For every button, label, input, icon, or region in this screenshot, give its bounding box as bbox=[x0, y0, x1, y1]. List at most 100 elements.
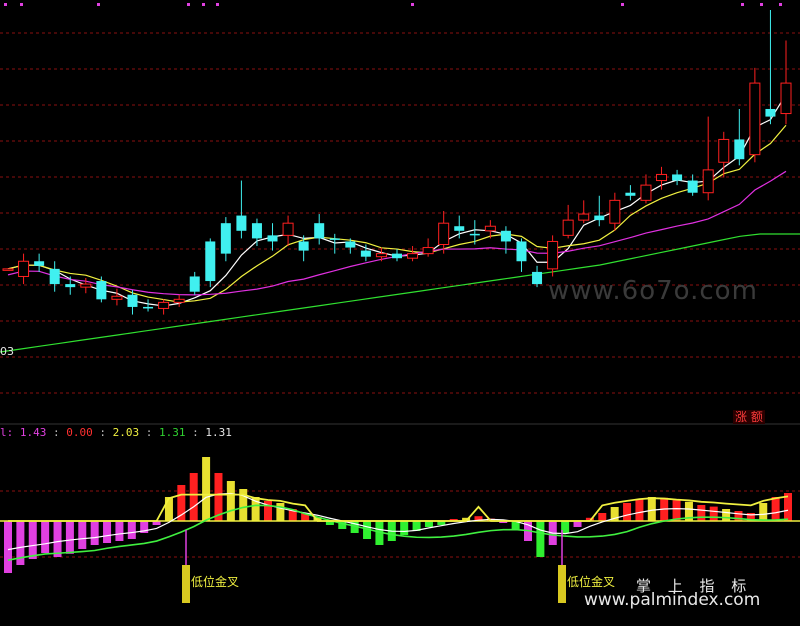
candle-body-23 bbox=[360, 250, 371, 257]
candle-body-14 bbox=[220, 223, 231, 254]
candle-body-1 bbox=[18, 260, 30, 277]
candle-body-29 bbox=[454, 226, 465, 231]
histogram-bar-2 bbox=[28, 521, 37, 559]
candle-body-44 bbox=[687, 180, 698, 193]
watermark-site: www.6o7o.com bbox=[548, 276, 758, 306]
candle-body-46 bbox=[718, 138, 730, 163]
readout-v4: 1.31 bbox=[159, 426, 186, 439]
histogram-bar-52 bbox=[647, 497, 656, 521]
candle-body-40 bbox=[625, 192, 636, 196]
candle-body-15 bbox=[236, 215, 247, 231]
histogram-bar-22 bbox=[276, 503, 285, 521]
candle-body-26 bbox=[407, 253, 419, 259]
watermark-bottom: www.palmindex.com bbox=[584, 590, 761, 610]
candle-body-20 bbox=[314, 223, 325, 239]
candle-body-49 bbox=[765, 108, 776, 117]
candle-body-4 bbox=[65, 284, 76, 288]
candle-body-3 bbox=[49, 268, 60, 285]
candle-body-12 bbox=[189, 276, 200, 292]
histogram-bar-50 bbox=[623, 503, 632, 521]
histogram-bar-15 bbox=[189, 473, 198, 521]
candle-body-50 bbox=[780, 82, 792, 115]
candle-body-30 bbox=[469, 233, 480, 236]
candle-body-7 bbox=[111, 295, 123, 300]
candle-body-42 bbox=[656, 173, 668, 182]
histogram-bar-5 bbox=[65, 521, 74, 554]
mk-2-label: 低位金叉 bbox=[567, 574, 615, 589]
histogram-bar-16 bbox=[202, 457, 211, 521]
histogram-bar-4 bbox=[53, 521, 62, 557]
histogram-bar-57 bbox=[709, 506, 718, 521]
candle-body-48 bbox=[749, 82, 761, 156]
candle-body-24 bbox=[375, 253, 387, 258]
top-marker-4 bbox=[202, 3, 205, 6]
top-marker-0 bbox=[4, 3, 7, 6]
histogram-bar-6 bbox=[78, 521, 87, 549]
top-marker-7 bbox=[621, 3, 624, 6]
top-marker-5 bbox=[216, 3, 219, 6]
candle-body-43 bbox=[672, 174, 683, 181]
top-marker-9 bbox=[760, 3, 763, 6]
candlesticks bbox=[2, 10, 792, 315]
candle-body-41 bbox=[640, 184, 652, 201]
histogram-bar-9 bbox=[115, 521, 124, 541]
mk-2-bar bbox=[558, 565, 566, 603]
candle-body-33 bbox=[516, 241, 527, 262]
top-marker-3 bbox=[187, 3, 190, 6]
candle-body-8 bbox=[127, 294, 138, 307]
signal-line bbox=[8, 493, 789, 522]
candle-body-9 bbox=[143, 306, 154, 309]
candle-body-39 bbox=[609, 199, 621, 224]
candle-body-36 bbox=[562, 219, 574, 236]
candle-body-28 bbox=[438, 222, 450, 246]
top-marker-8 bbox=[741, 3, 744, 6]
moving-averages bbox=[0, 93, 800, 353]
indicator-lines bbox=[7, 492, 789, 561]
candle-body-27 bbox=[422, 247, 434, 255]
candle-body-17 bbox=[267, 235, 278, 242]
macd-histogram bbox=[0, 457, 800, 573]
histogram-bar-18 bbox=[226, 481, 235, 521]
histogram-bar-7 bbox=[90, 521, 99, 545]
ma-line-white bbox=[7, 93, 787, 307]
candle-body-18 bbox=[282, 222, 294, 236]
stock-chart: 低位金叉 低位金叉 bbox=[0, 3, 800, 603]
readout-v1: 1.43 bbox=[19, 426, 47, 439]
candle-body-16 bbox=[251, 223, 262, 239]
readout-v2: 0.00 bbox=[66, 426, 93, 439]
candle-body-2 bbox=[34, 261, 45, 266]
top-marker-10 bbox=[779, 3, 782, 6]
histogram-bar-10 bbox=[127, 521, 136, 539]
candle-body-35 bbox=[547, 240, 559, 270]
histogram-bar-58 bbox=[722, 509, 731, 521]
histogram-bar-51 bbox=[635, 499, 644, 521]
readout-v5: 1.31 bbox=[205, 426, 232, 439]
histogram-bar-62 bbox=[771, 497, 780, 521]
candle-body-45 bbox=[702, 169, 714, 194]
candle-body-10 bbox=[158, 301, 170, 309]
histogram-bar-54 bbox=[672, 500, 681, 521]
histogram-bar-43 bbox=[536, 521, 545, 557]
histogram-bar-3 bbox=[41, 521, 50, 553]
candle-body-32 bbox=[500, 230, 511, 242]
candle-body-31 bbox=[484, 225, 496, 232]
histogram-bar-61 bbox=[759, 503, 768, 521]
candle-body-38 bbox=[594, 215, 605, 221]
histogram-bar-0 bbox=[4, 521, 12, 573]
histogram-bar-48 bbox=[598, 513, 607, 521]
readout-prefix: l: bbox=[0, 426, 14, 439]
candle-body-47 bbox=[734, 139, 745, 160]
top-marker-6 bbox=[411, 3, 414, 6]
indicator-readout: l: 1.43 : 0.00 : 2.03 : 1.31 : 1.31 bbox=[0, 426, 232, 439]
price-axis-label: 03 bbox=[0, 345, 14, 358]
histogram-bar-56 bbox=[697, 505, 706, 521]
limit-up-badge: 涨 额 bbox=[733, 410, 765, 424]
candle-body-13 bbox=[205, 241, 216, 282]
mk-1-label: 低位金叉 bbox=[191, 574, 239, 589]
mk-1-bar bbox=[182, 565, 190, 603]
candle-body-6 bbox=[96, 281, 107, 300]
candle-body-34 bbox=[532, 271, 543, 285]
candle-body-5 bbox=[80, 283, 92, 288]
top-marker-1 bbox=[20, 3, 23, 6]
histogram-bar-32 bbox=[400, 521, 409, 535]
